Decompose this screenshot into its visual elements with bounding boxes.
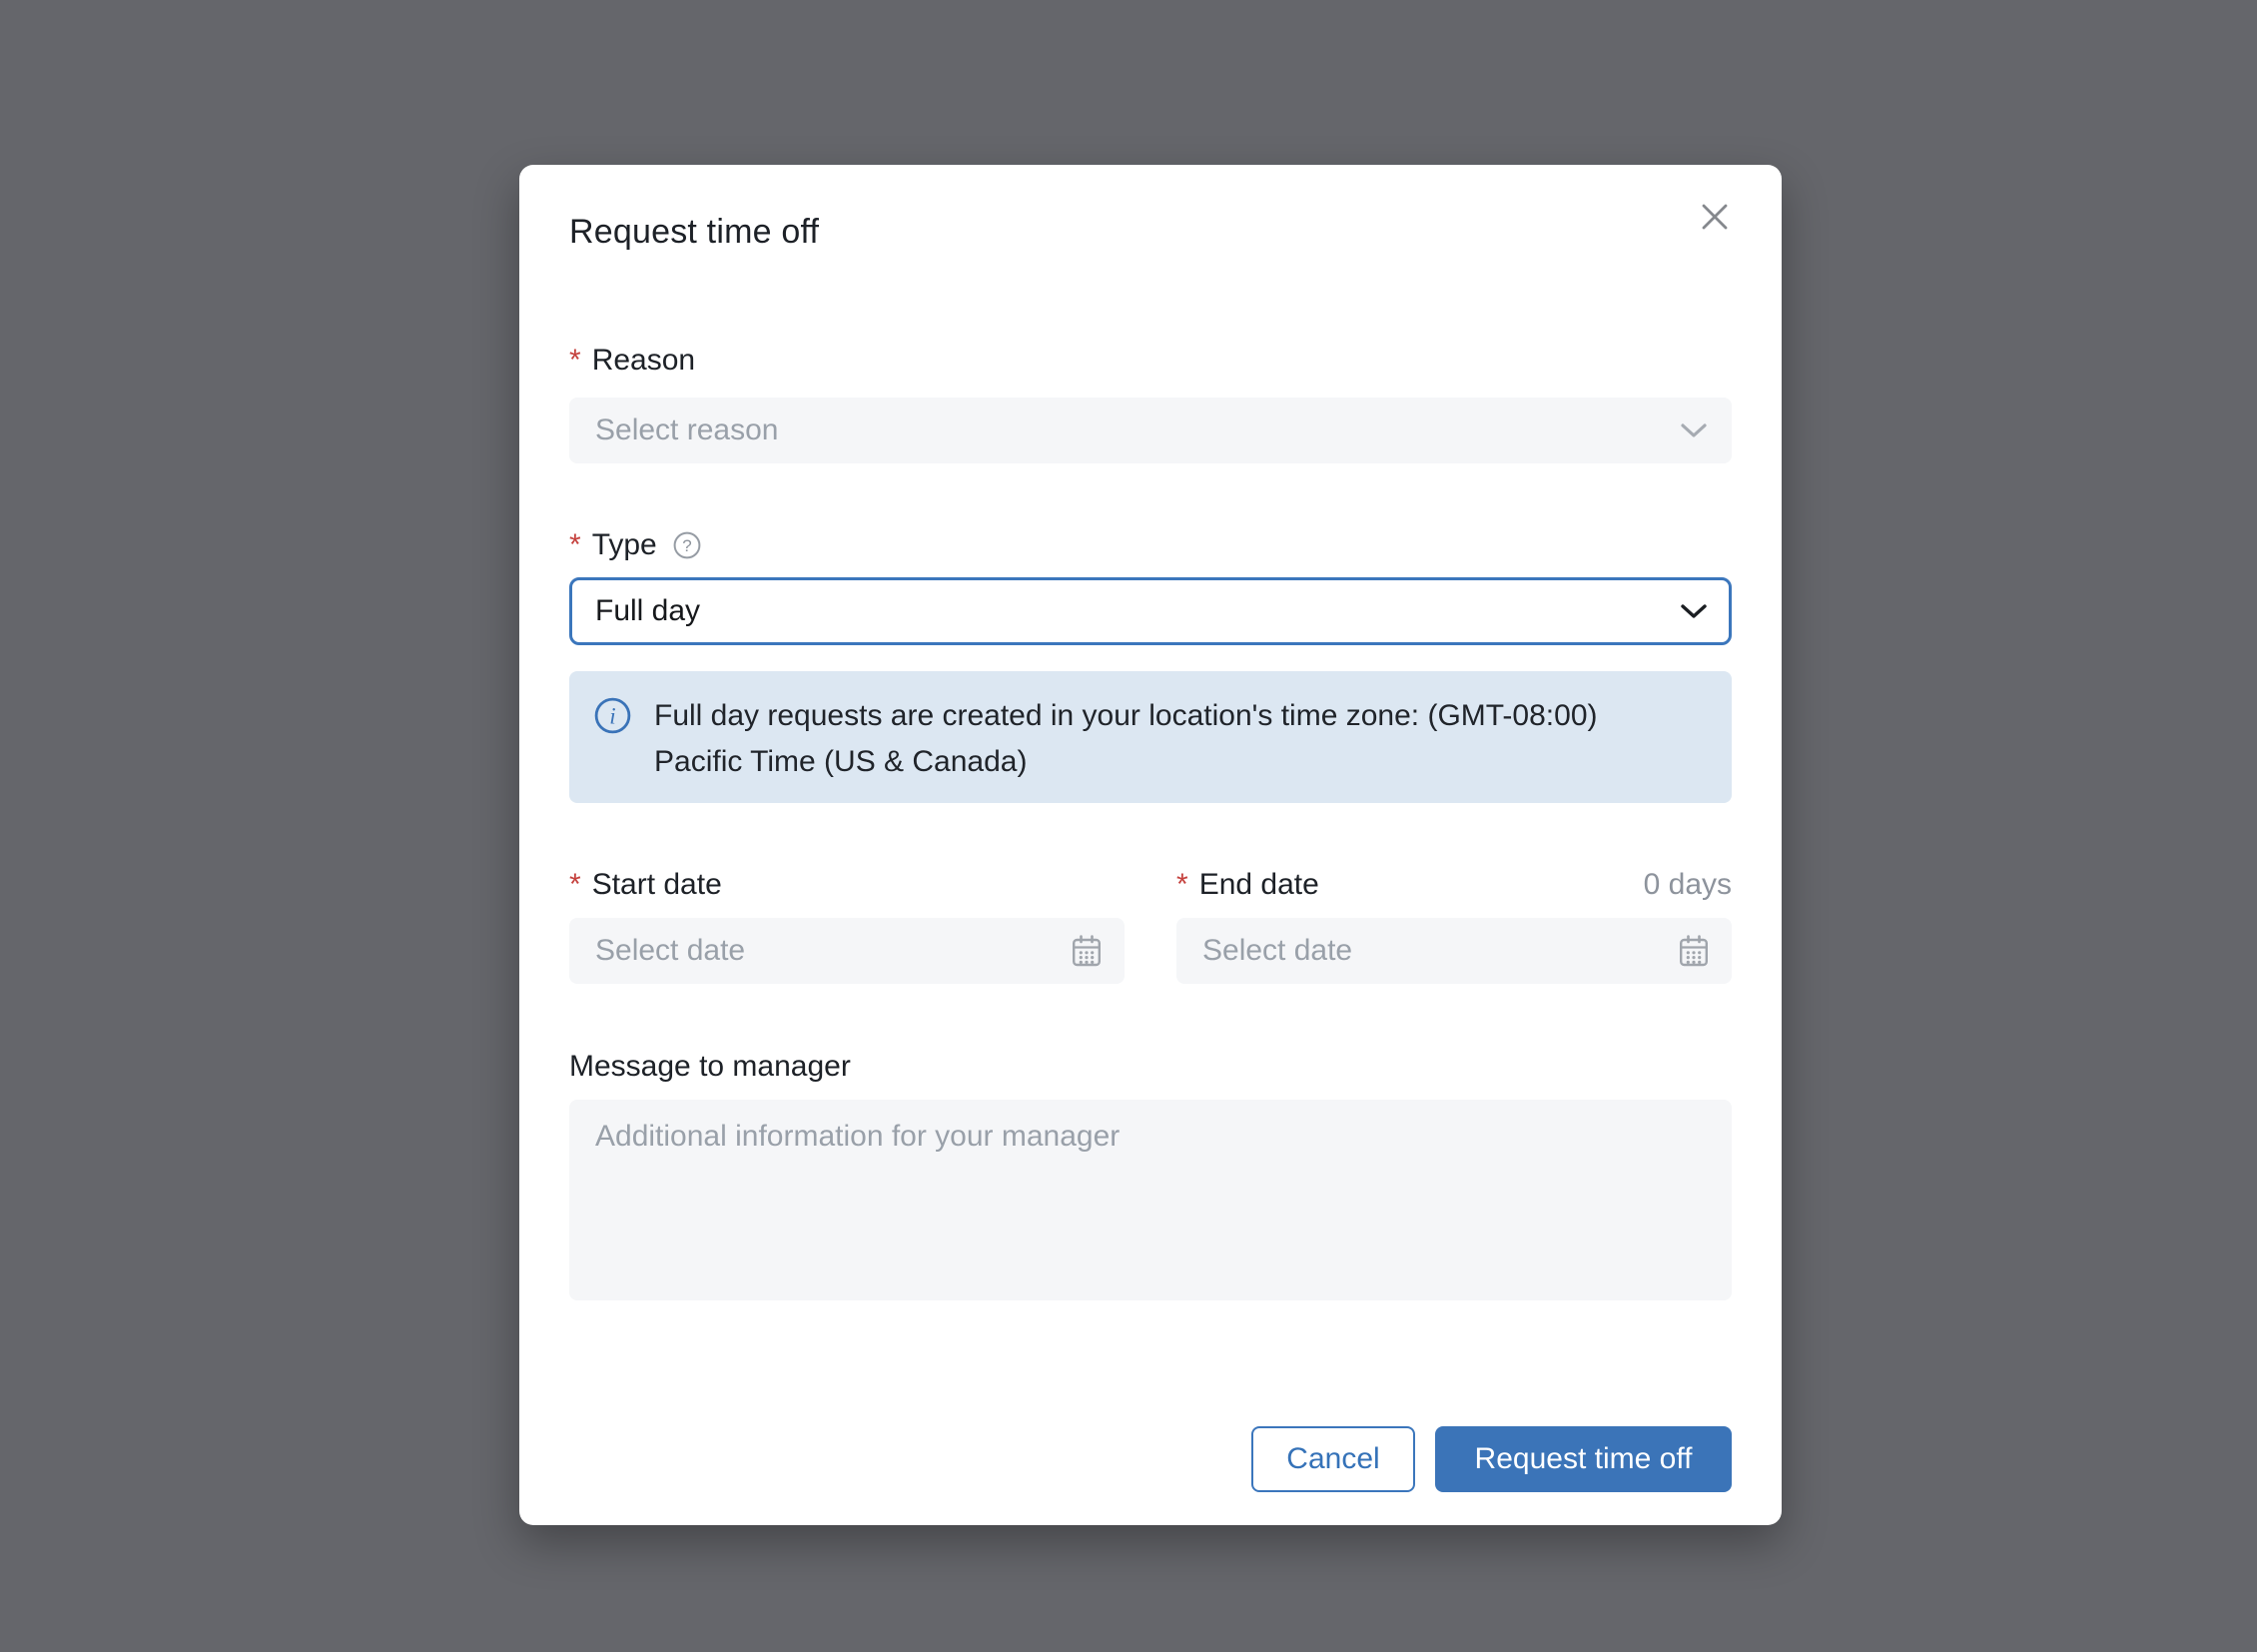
dialog-footer: Cancel Request time off bbox=[569, 1426, 1732, 1492]
end-date-column: * End date 0 days bbox=[1176, 867, 1732, 984]
start-date-field[interactable] bbox=[569, 918, 1125, 984]
calendar-icon[interactable] bbox=[1676, 932, 1712, 970]
type-select[interactable]: Full day bbox=[569, 577, 1732, 645]
info-icon: i bbox=[594, 697, 631, 734]
svg-text:?: ? bbox=[682, 536, 691, 555]
end-date-input[interactable] bbox=[1176, 918, 1732, 984]
message-label: Message to manager bbox=[569, 1049, 1732, 1085]
modal-backdrop: Request time off * Reason Select reason … bbox=[0, 0, 2257, 1652]
chevron-down-icon bbox=[1680, 421, 1708, 439]
required-asterisk: * bbox=[1176, 867, 1188, 903]
end-date-label-group: * End date bbox=[1176, 867, 1319, 903]
cancel-button[interactable]: Cancel bbox=[1251, 1426, 1415, 1492]
reason-label-row: * Reason bbox=[569, 343, 1732, 379]
start-date-label-row: * Start date bbox=[569, 867, 1125, 903]
end-date-label-row: * End date 0 days bbox=[1176, 867, 1732, 903]
submit-button[interactable]: Request time off bbox=[1435, 1426, 1732, 1492]
required-asterisk: * bbox=[569, 527, 581, 563]
type-select-value: Full day bbox=[595, 594, 700, 628]
end-date-field[interactable] bbox=[1176, 918, 1732, 984]
duration-badge: 0 days bbox=[1644, 867, 1732, 903]
reason-select[interactable]: Select reason bbox=[569, 398, 1732, 463]
start-date-column: * Start date bbox=[569, 867, 1125, 984]
chevron-down-icon bbox=[1680, 602, 1708, 620]
dialog-title: Request time off bbox=[569, 211, 1732, 253]
start-date-label: Start date bbox=[592, 867, 722, 903]
request-time-off-dialog: Request time off * Reason Select reason … bbox=[519, 165, 1782, 1525]
reason-placeholder: Select reason bbox=[595, 413, 778, 447]
start-date-input[interactable] bbox=[569, 918, 1125, 984]
info-banner-text: Full day requests are created in your lo… bbox=[654, 693, 1663, 785]
end-date-label: End date bbox=[1199, 867, 1319, 903]
info-banner: i Full day requests are created in your … bbox=[569, 671, 1732, 803]
question-mark-icon[interactable]: ? bbox=[673, 531, 701, 559]
date-fields-row: * Start date bbox=[569, 867, 1732, 984]
required-asterisk: * bbox=[569, 343, 581, 379]
type-label: Type bbox=[592, 527, 657, 563]
svg-text:i: i bbox=[609, 704, 615, 729]
type-label-row: * Type ? bbox=[569, 527, 1732, 563]
x-icon bbox=[1700, 220, 1730, 235]
calendar-icon[interactable] bbox=[1069, 932, 1105, 970]
required-asterisk: * bbox=[569, 867, 581, 903]
close-button[interactable] bbox=[1696, 198, 1734, 236]
message-textarea[interactable] bbox=[569, 1100, 1732, 1300]
reason-label: Reason bbox=[592, 343, 695, 379]
